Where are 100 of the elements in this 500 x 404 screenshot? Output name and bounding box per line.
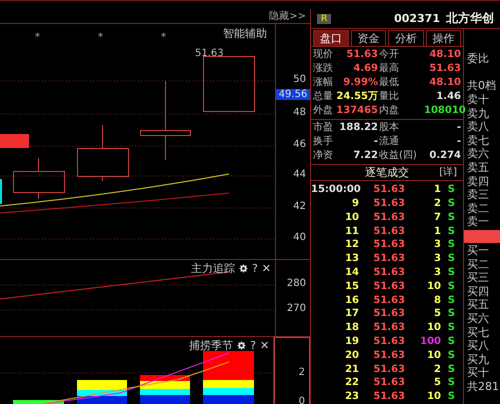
trade-price: 51.63 [372,238,405,252]
trade-volume: 2 [433,197,441,211]
candlestick [77,124,129,182]
price-marker [464,230,500,243]
ask-level: 卖一 [467,215,490,229]
quote-value: 137465 [336,104,378,118]
bid-level: 买八 [467,339,490,353]
ask-level: 卖四 [467,174,490,188]
quote-label: 涨幅 [313,76,334,90]
trade-time: 22 [344,376,359,390]
quote-label: 量比 [379,90,400,104]
trade-time: 14 [344,266,359,280]
quote-label: 外盘 [313,104,334,118]
trade-time: 20 [344,348,359,363]
summary-label: 共0档 [467,79,497,94]
ask-level: 卖二 [467,202,490,216]
marker: * [35,32,40,43]
histogram-bar [13,400,64,404]
settings-icon[interactable] [237,341,246,350]
quote-label: 流通 [379,135,400,150]
trade-volume: 10 [426,321,441,336]
detail-link[interactable]: [详] [439,165,457,180]
trade-time: 21 [344,362,359,376]
quote-label: 市盈 [313,121,334,136]
trade-side: S [446,280,455,294]
trade-volume: 1 [433,183,441,198]
indicator-title: 主力追踪 [190,261,235,276]
trade-time: 9 [351,197,359,211]
bid-level: 买二 [467,258,490,272]
trade-volume: 2 [433,362,441,376]
quote-value: - [456,121,461,136]
trade-price: 51.63 [372,183,405,198]
marker: * [161,32,166,43]
quote-label: 股本 [379,121,400,136]
bid-level: 买七 [467,326,490,340]
help-button[interactable]: ? [250,339,256,352]
axis-label: 270 [286,303,306,314]
bid-level: 买一 [467,244,490,258]
axis-label: 50 [293,74,306,85]
trade-volume: 10 [426,348,441,363]
quote-label: 涨跌 [313,62,334,76]
tab[interactable]: 盘口 [313,30,348,46]
ask-level: 卖六 [467,147,490,161]
trade-price: 51.63 [372,266,405,280]
axis-label: 2 [298,367,305,378]
quote-value: - [372,135,378,150]
tab[interactable]: 分析 [388,30,424,46]
candlestick [0,134,29,148]
trade-price: 51.63 [372,252,405,266]
quote-value: 48.10 [428,76,461,90]
bid-level: 买十 [467,366,490,380]
trade-side: S [446,238,455,252]
settings-icon[interactable] [238,264,248,273]
current-price-tag: 49.56 [276,89,310,100]
trade-time: 12 [344,238,359,252]
quote-label: 内盘 [379,104,400,118]
trade-side: S [446,321,455,336]
trade-time: 10 [344,210,359,225]
bid-level: 买五 [467,298,490,312]
trade-side: S [446,294,455,308]
close-button[interactable]: ✕ [262,262,271,275]
ask-level: 卖七 [467,134,490,148]
ask-level: 卖五 [467,161,490,175]
ask-level: 卖十 [467,93,490,107]
trade-side: S [446,390,455,404]
indicator-title: 捕捞季节 [189,338,234,353]
trade-volume: 3 [433,266,441,280]
ratio-label: 委比 [467,52,489,66]
candlestick [0,179,2,204]
tab[interactable]: 操作 [426,30,461,46]
quote-label: 净资 [313,149,334,164]
help-button[interactable]: ? [252,262,258,275]
trade-time: 23 [344,390,359,404]
close-button[interactable]: ✕ [260,339,270,352]
trade-price: 51.63 [372,362,405,376]
trade-time: 16 [344,294,359,308]
trade-volume: 1 [433,224,441,238]
axis-label: 44 [293,169,306,180]
trades-title: 逐笔成交 [365,165,409,180]
summary-label: 共281 [467,380,500,394]
trade-time: 17 [344,307,359,322]
ask-level: 卖九 [467,106,490,120]
trade-volume: 7 [433,210,441,225]
quote-label: 收益(四) [379,149,418,164]
trade-price: 51.63 [372,321,405,336]
trade-side: S [446,183,455,198]
trade-side: S [446,252,455,266]
trade-side: S [446,307,455,322]
trade-volume: 8 [433,294,441,308]
axis-label: 40 [293,232,306,243]
trade-time: 15:00:00 [311,183,359,198]
trade-price: 51.63 [372,348,405,363]
marker: * [98,32,103,43]
hide-button[interactable]: 隐藏>> [269,9,306,23]
trade-volume: 3 [433,238,441,252]
tab[interactable]: 资金 [350,30,386,46]
quote-label: 最低 [379,76,400,90]
quote-label: 今开 [379,48,400,62]
trade-price: 51.63 [372,376,405,390]
bid-level: 买六 [467,312,490,326]
